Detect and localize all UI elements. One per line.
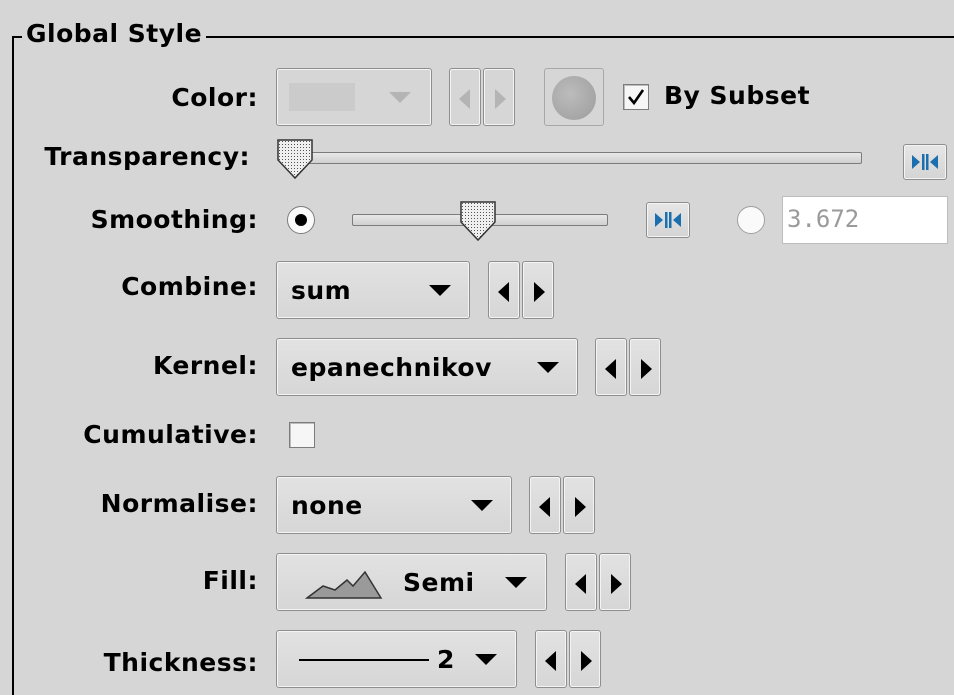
by-subset-label: By Subset xyxy=(664,81,811,110)
normalise-prev-button[interactable] xyxy=(529,476,561,534)
reset-arrows-icon xyxy=(912,154,938,170)
triangle-right-icon xyxy=(641,359,652,379)
normalise-value: none xyxy=(291,491,363,520)
chevron-down-icon xyxy=(471,500,493,511)
chevron-down-icon xyxy=(537,362,559,373)
triangle-right-icon xyxy=(581,651,592,671)
kernel-label: Kernel: xyxy=(152,351,258,380)
reset-arrows-icon xyxy=(655,212,681,228)
cumulative-label: Cumulative: xyxy=(83,420,258,449)
mountain-outline-icon xyxy=(305,570,383,599)
smoothing-value-radio[interactable] xyxy=(737,206,765,234)
marker-button[interactable] xyxy=(544,68,604,126)
triangle-left-icon xyxy=(498,282,509,302)
horizontal-line-icon xyxy=(299,659,429,661)
check-icon xyxy=(628,89,645,106)
normalise-combo[interactable]: none xyxy=(276,476,512,534)
fill-label: Fill: xyxy=(202,566,258,595)
thickness-value: 2 xyxy=(437,645,455,674)
fill-combo[interactable]: Semi xyxy=(276,553,547,611)
triangle-right-icon xyxy=(534,282,545,302)
smoothing-slider-thumb[interactable] xyxy=(459,200,497,242)
color-next-button[interactable] xyxy=(483,68,515,126)
triangle-left-icon xyxy=(459,89,470,109)
fill-prev-button[interactable] xyxy=(565,553,597,611)
triangle-right-icon xyxy=(495,89,506,109)
triangle-left-icon xyxy=(539,497,550,517)
kernel-next-button[interactable] xyxy=(629,338,661,396)
triangle-left-icon xyxy=(575,574,586,594)
fill-next-button[interactable] xyxy=(599,553,631,611)
color-label: Color: xyxy=(171,83,258,112)
radio-dot-icon xyxy=(295,214,307,226)
triangle-right-icon xyxy=(575,497,586,517)
normalise-next-button[interactable] xyxy=(563,476,595,534)
combine-prev-button[interactable] xyxy=(488,261,520,319)
filled-circle-icon xyxy=(552,76,596,120)
thickness-label: Thickness: xyxy=(103,648,258,677)
triangle-left-icon xyxy=(605,359,616,379)
chevron-down-icon xyxy=(475,654,497,665)
thickness-combo[interactable]: 2 xyxy=(276,630,517,688)
thickness-next-button[interactable] xyxy=(569,630,601,688)
transparency-slider-track[interactable] xyxy=(284,152,862,164)
chevron-down-icon xyxy=(389,92,411,103)
by-subset-checkbox[interactable] xyxy=(623,84,649,110)
smoothing-label: Smoothing: xyxy=(90,205,258,234)
chevron-down-icon xyxy=(429,285,451,296)
transparency-reset-button[interactable] xyxy=(903,144,947,180)
color-combo[interactable] xyxy=(276,68,432,126)
kernel-prev-button[interactable] xyxy=(595,338,627,396)
panel-title: Global Style xyxy=(22,16,207,52)
smoothing-slider-radio[interactable] xyxy=(287,206,315,234)
panel-border-left xyxy=(12,37,14,695)
combine-label: Combine: xyxy=(121,272,258,301)
fill-value: Semi xyxy=(403,568,475,597)
combine-value: sum xyxy=(291,276,352,305)
triangle-right-icon xyxy=(611,574,622,594)
kernel-combo[interactable]: epanechnikov xyxy=(276,338,578,396)
smoothing-reset-button[interactable] xyxy=(646,202,690,238)
color-prev-button[interactable] xyxy=(449,68,481,126)
triangle-left-icon xyxy=(545,651,556,671)
transparency-label: Transparency: xyxy=(44,142,250,171)
transparency-slider-thumb[interactable] xyxy=(276,138,314,180)
thickness-prev-button[interactable] xyxy=(535,630,567,688)
color-swatch xyxy=(289,83,355,111)
kernel-value: epanechnikov xyxy=(291,353,492,382)
cumulative-checkbox[interactable] xyxy=(289,422,315,448)
combine-combo[interactable]: sum xyxy=(276,261,470,319)
normalise-label: Normalise: xyxy=(100,489,258,518)
chevron-down-icon xyxy=(505,577,527,588)
combine-next-button[interactable] xyxy=(522,261,554,319)
smoothing-value-field[interactable]: 3.672 xyxy=(782,196,948,244)
